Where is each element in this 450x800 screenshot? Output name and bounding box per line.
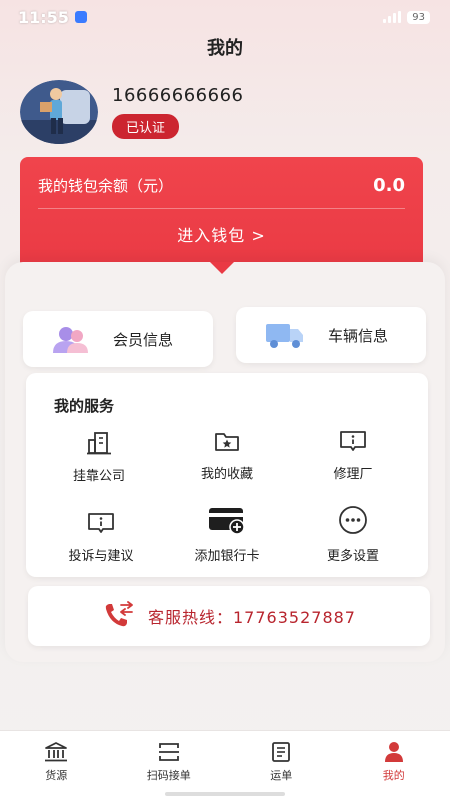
- profile-header[interactable]: 16666666666 已认证: [20, 80, 243, 144]
- status-right: 93: [383, 10, 430, 24]
- more-dots-icon: [339, 506, 367, 534]
- service-repair-shop[interactable]: 修理厂: [298, 429, 408, 482]
- status-time: 11:55: [18, 7, 69, 27]
- avatar[interactable]: [20, 80, 98, 144]
- favorites-folder-icon: [215, 433, 239, 451]
- home-indicator: [165, 792, 285, 796]
- services-card: 我的服务 挂靠公司 我的收藏 修理厂 投诉与建议 添加银行卡 更多设置: [26, 373, 428, 577]
- service-label: 更多设置: [326, 549, 379, 564]
- vehicle-info-button[interactable]: 车辆信息: [236, 307, 426, 363]
- tab-scan-order[interactable]: 扫码接单: [113, 731, 226, 800]
- tab-label: 我的: [382, 769, 405, 782]
- wallet-balance-label: 我的钱包余额（元）: [38, 177, 174, 195]
- service-label: 添加银行卡: [194, 549, 260, 564]
- building-icon: [87, 432, 111, 455]
- service-label: 投诉与建议: [68, 549, 134, 564]
- hotline-button[interactable]: 客服热线：17763527887: [28, 586, 430, 646]
- wallet-divider: [38, 208, 405, 209]
- service-add-bank-card[interactable]: 添加银行卡: [172, 507, 282, 564]
- tab-cargo-source[interactable]: 货源: [0, 731, 113, 800]
- signal-icon: [383, 11, 402, 23]
- service-label: 我的收藏: [200, 467, 253, 482]
- feedback-message-icon: [88, 513, 114, 533]
- bottom-tab-bar: 货源 扫码接单 运单 我的: [0, 730, 450, 800]
- tab-waybill[interactable]: 运单: [225, 731, 338, 800]
- verified-badge: 已认证: [112, 114, 180, 139]
- wallet-card[interactable]: 我的钱包余额（元） 0.0 进入钱包 >: [20, 157, 423, 272]
- scan-icon: [158, 743, 179, 761]
- phone-call-icon: [105, 601, 133, 627]
- wallet-pointer: [210, 262, 234, 274]
- tab-mine[interactable]: 我的: [338, 731, 450, 800]
- enter-wallet-button[interactable]: 进入钱包 >: [20, 222, 423, 246]
- service-complaints-suggestions[interactable]: 投诉与建议: [46, 511, 156, 564]
- page-title: 我的: [207, 38, 243, 59]
- person-icon: [384, 742, 403, 762]
- document-icon: [272, 742, 291, 762]
- status-left: 11:55: [18, 8, 87, 27]
- bank-icon: [45, 742, 68, 762]
- service-affiliated-company[interactable]: 挂靠公司: [44, 431, 154, 484]
- battery-indicator: 93: [407, 10, 430, 24]
- member-info-label: 会员信息: [113, 330, 174, 349]
- service-more-settings[interactable]: 更多设置: [298, 505, 408, 564]
- notification-icon: [74, 11, 87, 23]
- status-bar: 11:55 93: [0, 0, 450, 34]
- wallet-row: 我的钱包余额（元） 0.0: [20, 157, 423, 196]
- truck-icon: [266, 324, 303, 348]
- bank-card-add-icon: [209, 508, 245, 535]
- hotline-text: 客服热线：17763527887: [148, 608, 356, 627]
- tab-label: 货源: [45, 769, 68, 782]
- services-title: 我的服务: [54, 397, 115, 415]
- service-label: 修理厂: [333, 467, 373, 482]
- service-label: 挂靠公司: [72, 469, 125, 484]
- profile-info: 16666666666 已认证: [112, 85, 243, 139]
- service-my-favorites[interactable]: 我的收藏: [172, 429, 282, 482]
- wallet-balance-amount: 0.0: [373, 175, 405, 196]
- tab-label: 扫码接单: [146, 769, 191, 782]
- info-message-icon: [340, 431, 366, 451]
- member-info-button[interactable]: 会员信息: [23, 311, 213, 367]
- tab-label: 运单: [270, 769, 293, 782]
- members-icon: [53, 327, 88, 353]
- phone-number: 16666666666: [112, 85, 244, 106]
- vehicle-info-label: 车辆信息: [328, 326, 389, 345]
